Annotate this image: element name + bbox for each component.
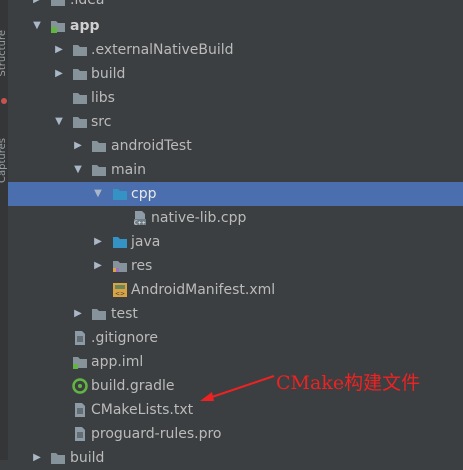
tree-item-src[interactable]: ▼ src [8,110,463,134]
tree-item-app[interactable]: ▼ app [8,14,463,38]
tree-item-gitignore[interactable]: .gitignore [8,326,463,350]
module-file-icon [72,354,88,370]
tree-item-label: .gitignore [91,330,158,346]
tree-item-build[interactable]: ▶ build [8,62,463,86]
expand-arrow-icon[interactable]: ▶ [73,302,83,326]
tree-item-label: java [131,234,161,250]
expand-arrow-icon[interactable]: ▶ [54,62,64,86]
structure-tab-indicator-icon [1,98,7,104]
collapse-arrow-icon[interactable]: ▼ [93,182,103,206]
folder-icon [50,0,66,8]
tree-item-label: build [91,66,126,82]
tree-item-test[interactable]: ▶ test [8,302,463,326]
tree-item-idea[interactable]: ▶ .idea [8,0,463,12]
gradle-file-icon [72,378,88,394]
folder-icon [91,138,107,154]
tree-item-cpp[interactable]: ▼ cpp [8,182,463,206]
text-file-icon [72,402,88,418]
folder-icon [91,306,107,322]
tree-item-label: cpp [131,186,157,202]
cpp-file-icon: C++ [132,210,148,226]
folder-icon [50,450,66,466]
tree-item-label: CMakeLists.txt [91,402,194,418]
tree-item-label: test [111,306,138,322]
tree-item-label: .externalNativeBuild [91,42,234,58]
resource-folder-icon [112,258,128,274]
collapse-arrow-icon[interactable]: ▼ [73,158,83,182]
folder-icon [72,42,88,58]
tree-item-label: proguard-rules.pro [91,426,222,442]
tree-item-label: main [111,162,146,178]
tree-item-label: src [91,114,112,130]
expand-arrow-icon[interactable]: ▶ [93,254,103,278]
tree-item-manifest[interactable]: <> AndroidManifest.xml [8,278,463,302]
captures-tab[interactable]: Captures [0,138,8,183]
source-folder-icon [112,234,128,250]
annotation-arrow-icon [200,375,275,401]
tree-item-label: libs [91,90,115,106]
tree-item-label: native-lib.cpp [151,210,247,226]
collapse-arrow-icon[interactable]: ▼ [54,110,64,134]
expand-arrow-icon[interactable]: ▶ [73,134,83,158]
svg-text:<>: <> [115,291,125,298]
tree-item-externalNativeBuild[interactable]: ▶ .externalNativeBuild [8,38,463,62]
tree-item-label: app.iml [91,354,144,370]
tree-item-label: AndroidManifest.xml [131,282,276,298]
tool-window-gutter: Structure Captures [0,0,8,460]
tree-item-java[interactable]: ▶ java [8,230,463,254]
tree-item-main[interactable]: ▼ main [8,158,463,182]
expand-arrow-icon[interactable]: ▶ [32,0,42,12]
tree-item-label: build.gradle [91,378,175,394]
text-file-icon [72,330,88,346]
tree-item-label: .idea [70,0,105,8]
tree-item-build-root[interactable]: ▶ build [8,446,463,470]
xml-file-icon: <> [112,282,128,298]
tree-item-label: androidTest [111,138,192,154]
expand-arrow-icon[interactable]: ▶ [54,38,64,62]
tree-item-label: app [70,18,100,34]
tree-item-libs[interactable]: libs [8,86,463,110]
tree-item-androidTest[interactable]: ▶ androidTest [8,134,463,158]
tree-item-proguard[interactable]: proguard-rules.pro [8,422,463,446]
svg-text:C++: C++ [134,221,146,227]
annotation-text: CMake构建文件 [276,372,421,394]
folder-icon [72,114,88,130]
structure-tab[interactable]: Structure [0,30,8,77]
folder-icon [72,66,88,82]
text-file-icon [72,426,88,442]
folder-icon [72,90,88,106]
tree-item-label: build [70,450,105,466]
tree-item-native-lib[interactable]: C++ native-lib.cpp [8,206,463,230]
tree-item-label: res [131,258,153,274]
module-folder-icon [50,18,66,34]
tree-item-res[interactable]: ▶ res [8,254,463,278]
folder-icon [91,162,107,178]
collapse-arrow-icon[interactable]: ▼ [32,14,42,38]
source-folder-icon [112,186,128,202]
expand-arrow-icon[interactable]: ▶ [93,230,103,254]
expand-arrow-icon[interactable]: ▶ [32,446,42,470]
